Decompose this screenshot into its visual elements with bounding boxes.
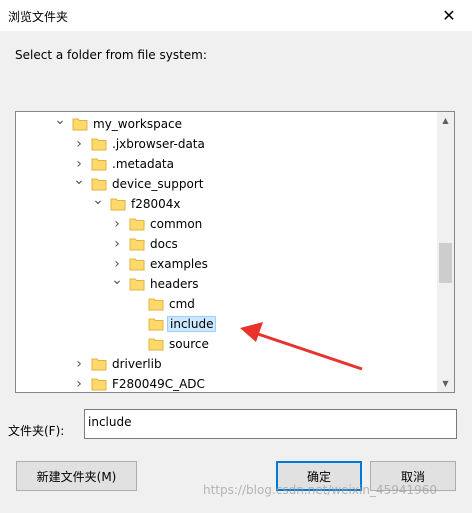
close-icon[interactable]: ✕ xyxy=(426,0,472,31)
tree-item[interactable]: › .jxbrowser-data xyxy=(16,134,436,154)
folder-tree[interactable]: ⌄ my_workspace › .jxbrowser-data › .metadata ⌄… xyxy=(15,111,455,393)
tree-item[interactable]: source xyxy=(16,334,436,354)
tree-item[interactable]: ⌄ my_workspace xyxy=(16,112,436,134)
tree-item-label: include xyxy=(167,316,217,332)
chevron-down-icon[interactable]: ⌄ xyxy=(52,112,68,130)
folder-icon xyxy=(110,197,126,211)
folder-input[interactable] xyxy=(84,409,457,439)
scroll-down-icon[interactable]: ▼ xyxy=(437,375,454,392)
vertical-scrollbar[interactable]: ▲ ▼ xyxy=(437,112,454,392)
tree-item-label: driverlib xyxy=(112,357,162,371)
chevron-down-icon[interactable]: ⌄ xyxy=(109,270,125,290)
folder-icon xyxy=(148,297,164,311)
tree-item-label: docs xyxy=(150,237,178,251)
tree-item[interactable]: ⌄ headers xyxy=(16,272,436,294)
folder-icon xyxy=(129,257,145,271)
folder-icon xyxy=(129,237,145,251)
scrollbar-thumb[interactable] xyxy=(439,243,452,283)
folder-icon xyxy=(129,277,145,291)
folder-icon xyxy=(91,137,107,151)
new-folder-button[interactable]: 新建文件夹(M) xyxy=(16,461,137,491)
tree-item-label: F280049C_ADC xyxy=(112,377,205,391)
folder-input-value: include xyxy=(88,415,132,429)
folder-icon xyxy=(148,337,164,351)
folder-field-label: 文件夹(F): xyxy=(8,424,65,438)
tree-item[interactable]: › docs xyxy=(16,234,436,254)
window-title: 浏览文件夹 xyxy=(8,10,69,24)
chevron-right-icon[interactable]: › xyxy=(71,374,87,392)
tree-item[interactable]: › F280049C_ADC xyxy=(16,374,436,392)
folder-icon xyxy=(72,117,88,131)
tree-item[interactable]: cmd xyxy=(16,294,436,314)
folder-icon xyxy=(129,217,145,231)
folder-icon xyxy=(91,377,107,391)
folder-icon xyxy=(148,317,164,331)
tree-item-label: .jxbrowser-data xyxy=(112,137,205,151)
tree-item-label: my_workspace xyxy=(93,117,183,131)
chevron-right-icon[interactable]: › xyxy=(109,234,125,254)
tree-item[interactable]: › common xyxy=(16,214,436,234)
chevron-right-icon[interactable]: › xyxy=(71,354,87,374)
tree-item-label: headers xyxy=(150,277,199,291)
folder-icon xyxy=(91,157,107,171)
chevron-right-icon[interactable]: › xyxy=(71,134,87,154)
scroll-up-icon[interactable]: ▲ xyxy=(437,112,454,129)
dialog-body: Select a folder from file system: ⌄ my_wo… xyxy=(0,31,472,513)
tree-item-label: cmd xyxy=(169,297,195,311)
prompt-text: Select a folder from file system: xyxy=(15,48,207,62)
folder-icon xyxy=(91,357,107,371)
chevron-down-icon[interactable]: ⌄ xyxy=(71,170,87,190)
tree-item-label: f28004x xyxy=(131,197,181,211)
tree-item[interactable]: include xyxy=(16,314,436,334)
tree-item[interactable]: › examples xyxy=(16,254,436,274)
title-bar: 浏览文件夹 ✕ xyxy=(0,0,472,31)
chevron-down-icon[interactable]: ⌄ xyxy=(90,190,106,210)
watermark-text: https://blog.csdn.net/weixin_45941960 xyxy=(203,483,438,497)
tree-item-label: source xyxy=(169,337,209,351)
tree-item[interactable]: ⌄ f28004x xyxy=(16,192,436,214)
tree-item-label: examples xyxy=(150,257,208,271)
chevron-right-icon[interactable]: › xyxy=(109,214,125,234)
tree-item[interactable]: › driverlib xyxy=(16,354,436,374)
tree-item-label: device_support xyxy=(112,177,204,191)
tree-item[interactable]: ⌄ device_support xyxy=(16,172,436,194)
tree-item-label: .metadata xyxy=(112,157,174,171)
tree-item-label: common xyxy=(150,217,203,231)
folder-icon xyxy=(91,177,107,191)
